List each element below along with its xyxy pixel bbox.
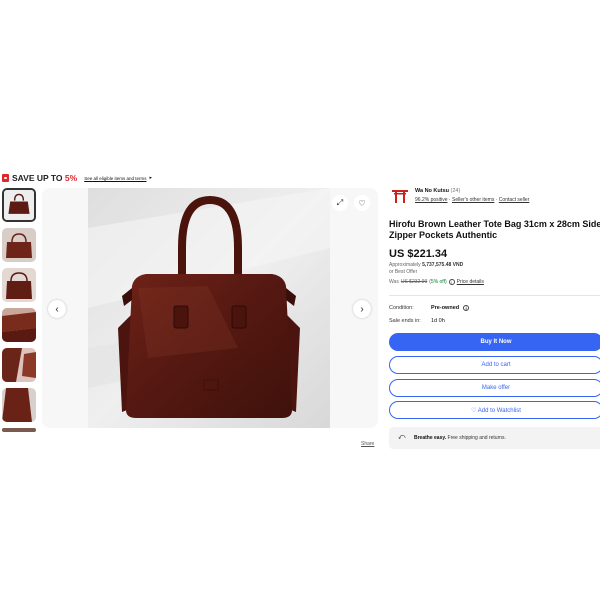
promo-terms-link[interactable]: See all eligible items and terms [84,176,146,181]
thumbnail-1[interactable] [2,188,36,222]
product-photo [88,188,330,428]
seller-positive-link[interactable]: 96.2% positive [415,197,448,203]
separator: · [448,197,451,203]
shipping-text: Breathe easy. Free shipping and returns. [414,435,506,441]
seller-feedback-count: (24) [450,188,461,194]
main-image-viewer[interactable]: ‹ › ⤢ ♡ [42,188,378,428]
info-icon[interactable]: i [463,305,470,311]
discount: (5% off) [429,279,447,285]
condition-value: Pre-owned i [431,305,470,311]
make-offer-button[interactable]: Make offer [389,379,600,397]
seller-logo[interactable] [391,187,409,205]
was-price: US $232.99 [400,279,428,285]
watch-heart-button[interactable]: ♡ [354,195,370,211]
seller-name[interactable]: Wa No Kutsu (24) [415,188,460,194]
return-arrow-icon: ⤺ [398,434,406,441]
prev-image-button[interactable]: ‹ [48,300,66,318]
seller-links: 96.2% positive · Seller's other items · … [415,197,529,203]
buy-it-now-button[interactable]: Buy It Now [389,333,600,351]
chevron-right-icon: › [360,303,364,315]
thumbnail-5[interactable] [2,348,36,382]
promo-banner: SAVE UP TO 5% See all eligible items and… [2,172,152,184]
torii-logo-icon [392,190,408,203]
best-offer-note: or Best Offer [389,269,418,275]
was-price-row: Was US $232.99 (5% off) i Price details [389,279,484,285]
thumbnail-3[interactable] [2,268,36,302]
sale-ends-label: Sale ends in: [389,318,421,324]
thumbnail-6[interactable] [2,388,36,422]
item-price: US $221.34 [389,248,448,260]
info-icon[interactable]: i [448,279,455,285]
share-link[interactable]: Share [361,441,374,447]
tag-icon [2,174,9,182]
add-to-cart-button[interactable]: Add to cart [389,356,600,374]
thumbnail-2[interactable] [2,228,36,262]
separator: · [495,197,498,203]
contact-seller-link[interactable]: Contact seller [499,197,530,203]
divider [389,295,600,296]
price-details-link[interactable]: Price details [457,279,484,285]
thumbnail-4[interactable] [2,308,36,342]
chevron-left-icon: ‹ [55,303,59,315]
expand-button[interactable]: ⤢ [332,195,348,211]
seller-other-items-link[interactable]: Seller's other items [452,197,494,203]
add-to-watchlist-button[interactable]: ♡ Add to Watchlist [389,401,600,419]
heart-icon: ♡ [358,198,366,208]
condition-label: Condition: [389,305,414,311]
item-title: Hirofu Brown Leather Tote Bag 31cm x 28c… [389,219,600,240]
approx-price: Approximately 5,737,575.48 VND [389,262,464,268]
expand-icon: ⤢ [336,198,344,207]
chevron-right-icon: ▸ [149,175,152,181]
thumbnail-7[interactable] [2,428,36,432]
promo-title: SAVE UP TO 5% [12,173,78,183]
sale-ends-value: 1d 0h [431,318,445,324]
next-image-button[interactable]: › [353,300,371,318]
